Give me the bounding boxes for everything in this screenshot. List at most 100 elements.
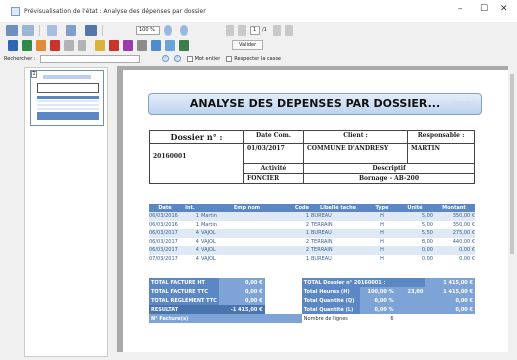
vertical-scrollbar[interactable] xyxy=(508,66,516,360)
table-row: 06/03/2017 4 VAJOL 2 TERRAIN H 0,00 0,00 € xyxy=(149,246,475,255)
resultat-label: RESULTAT xyxy=(149,305,219,314)
total-heures-qty: 23,00 xyxy=(395,287,426,296)
whole-word-checkbox[interactable] xyxy=(186,55,193,62)
total-quantite-l-pct: 0,00 % xyxy=(359,305,396,314)
save-icon[interactable] xyxy=(85,24,97,36)
total-quantite-q-value: 0,00 € xyxy=(425,296,475,305)
match-case-checkbox[interactable] xyxy=(226,55,233,62)
last-page-icon[interactable] xyxy=(284,24,293,36)
col-code: Code xyxy=(294,204,309,212)
table-row: 06/03/2017 4 VAJOL 2 TERRAIN H 8,00 440,00 € xyxy=(149,237,475,246)
factures-label: N° Facture(s) xyxy=(149,314,219,323)
document-icon[interactable] xyxy=(47,24,57,36)
color-picker-icon[interactable] xyxy=(179,39,189,51)
next-page-icon[interactable] xyxy=(272,24,281,36)
email-icon[interactable] xyxy=(78,39,86,51)
dossier-label: Dossier n° : xyxy=(149,130,244,144)
html-export-icon[interactable] xyxy=(36,39,46,51)
client-value: COMMUNE D'ANDRESY xyxy=(303,143,408,164)
total-dossier-label: TOTAL Dossier n° 20160001 : xyxy=(301,278,426,287)
minimize-button[interactable]: – xyxy=(458,4,463,14)
search-input[interactable] xyxy=(39,54,140,63)
thumbnail-page-number: 1 xyxy=(31,71,37,78)
shape-icon[interactable] xyxy=(123,39,133,51)
total-reglement-ttc-label: TOTAL REGLEMENT TTC xyxy=(149,296,219,305)
totals-table: TOTAL FACTURE HT 0,00 € TOTAL Dossier n°… xyxy=(149,278,475,323)
search-bar: Rechercher : ‹ › Mot entier Respecter la… xyxy=(0,53,517,64)
col-int: Int. xyxy=(180,204,199,212)
table-row: 06/03/2017 4 VAJOL 1 BUREAU H 5,50 275,00 € xyxy=(149,229,475,238)
col-date: Date xyxy=(149,204,181,212)
col-libelle: Libellé tache xyxy=(309,204,367,212)
page-current-field[interactable]: 1 xyxy=(250,25,260,35)
stamp-icon[interactable] xyxy=(165,39,175,51)
pages-icon[interactable] xyxy=(66,24,76,36)
previous-page-icon[interactable] xyxy=(238,24,246,36)
total-quantite-q-label: Total Quantité (Q) xyxy=(301,296,360,305)
total-heures-label: Total Heures (H) xyxy=(301,287,360,296)
responsable-label: Responsable : xyxy=(407,130,475,144)
total-dossier-value: 1 415,00 € xyxy=(425,278,475,287)
match-case-label: Respecter la casse xyxy=(234,55,282,62)
descriptif-label: Descriptif xyxy=(303,163,475,174)
total-quantite-l-value: 0,00 € xyxy=(425,305,475,314)
image-tool-icon[interactable] xyxy=(151,39,161,51)
toolbar-row-2: Valider xyxy=(0,38,517,52)
watermark: WINDEV xyxy=(452,101,473,107)
word-export-icon[interactable] xyxy=(8,39,18,51)
total-facture-ht-value: 0,00 € xyxy=(218,278,265,287)
zoom-out-icon[interactable] xyxy=(164,24,172,36)
col-montant: Montant xyxy=(432,204,475,212)
search-next-icon[interactable]: › xyxy=(173,55,181,62)
total-heures-pct: 100,00 % xyxy=(359,287,396,296)
dossier-value: 20160001 xyxy=(149,143,244,184)
dossier-header-table: Dossier n° : Date Com. Client : Responsa… xyxy=(149,130,475,184)
nombre-lignes-label: Nombre de lignes xyxy=(301,314,360,323)
expense-lines-table: Date Int. Emp nom Code Libellé tache Typ… xyxy=(149,204,475,263)
descriptif-value: Bornage - AB-200 xyxy=(303,173,475,184)
pdf-export-icon[interactable] xyxy=(50,39,60,51)
activite-label: Activité xyxy=(243,163,304,174)
responsable-value: MARTIN xyxy=(407,143,475,164)
print-icon[interactable] xyxy=(6,24,18,36)
app-icon xyxy=(11,6,20,16)
report-title-banner: ANALYSE DES DEPENSES PAR DOSSIER... WIND… xyxy=(148,93,482,115)
total-facture-ttc-label: TOTAL FACTURE TTC xyxy=(149,287,219,296)
maximize-button[interactable]: ☐ xyxy=(480,4,488,14)
zoom-field[interactable]: 100 % xyxy=(136,25,160,35)
col-type: Type xyxy=(366,204,397,212)
first-page-icon[interactable] xyxy=(226,24,234,36)
table-row: 07/03/2017 4 VAJOL 1 BUREAU H 0,00 0,00 € xyxy=(149,254,475,263)
close-button[interactable]: ✕ xyxy=(500,4,508,14)
col-emp-nom: Emp nom xyxy=(198,204,295,212)
title-bar: Prévisualisation de l'état : Analyse des… xyxy=(0,0,517,22)
search-label: Rechercher : xyxy=(4,55,36,62)
toolbar-row-1: 100 % 1 /1 xyxy=(0,22,517,38)
print-preview-icon[interactable] xyxy=(22,24,34,36)
report-title: ANALYSE DES DEPENSES PAR DOSSIER... xyxy=(189,97,441,110)
table-row: 06/03/2016 1 Martin 1 BUREAU H 5,00 350,00 € xyxy=(149,212,475,221)
validate-button[interactable]: Valider xyxy=(232,40,264,50)
highlighter-icon[interactable] xyxy=(109,39,119,51)
total-facture-ttc-value: 0,00 € xyxy=(218,287,265,296)
pen-icon[interactable] xyxy=(95,39,105,51)
col-unite: Unité xyxy=(396,204,433,212)
client-label: Client : xyxy=(303,130,408,144)
activite-value: FONCIER xyxy=(243,173,304,184)
page-thumbnail[interactable] xyxy=(30,70,104,126)
table-row: 06/03/2016 1 Martin 2 TERRAIN H 5,00 350,00 € xyxy=(149,220,475,229)
whole-word-label: Mot entier xyxy=(194,55,221,62)
horizontal-scrollbar[interactable] xyxy=(117,352,508,360)
nombre-lignes-value: 6 xyxy=(359,314,396,323)
date-value: 01/03/2017 xyxy=(243,143,304,164)
text-tool-icon[interactable] xyxy=(137,39,147,51)
date-label: Date Com. xyxy=(243,130,304,144)
xml-export-icon[interactable] xyxy=(64,39,74,51)
total-heures-value: 1 415,00 € xyxy=(425,287,475,296)
window-title: Prévisualisation de l'état : Analyse des… xyxy=(24,7,206,15)
search-previous-icon[interactable]: ‹ xyxy=(161,55,169,62)
total-reglement-ttc-value: 0,00 € xyxy=(218,296,265,305)
resultat-value: -1 415,00 € xyxy=(218,305,265,314)
excel-export-icon[interactable] xyxy=(22,39,32,51)
zoom-in-icon[interactable] xyxy=(180,24,188,36)
